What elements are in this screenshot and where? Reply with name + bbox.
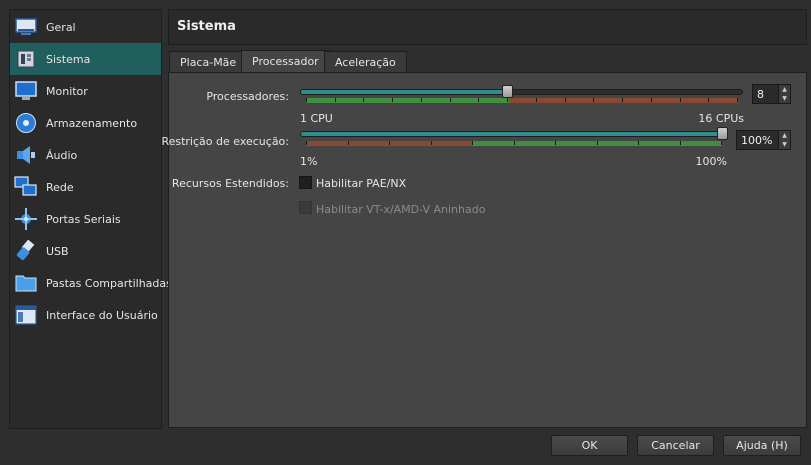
execution-cap-ticks — [306, 141, 722, 145]
ui-window-icon — [14, 303, 38, 327]
slider-tick — [449, 98, 451, 102]
cancel-button[interactable]: Cancelar — [637, 435, 714, 456]
sidebar-item-label: Portas Seriais — [46, 212, 121, 226]
execution-cap-spinbox[interactable]: 100% ▲ ▼ — [736, 130, 791, 150]
spin-up-icon[interactable]: ▲ — [779, 131, 790, 140]
slider-tick — [679, 141, 681, 145]
slider-tick — [650, 98, 652, 102]
sidebar-item-audio[interactable]: Áudio — [10, 139, 161, 171]
spin-down-icon[interactable]: ▼ — [779, 94, 790, 103]
network-icon — [14, 175, 38, 199]
slider-tick — [593, 98, 595, 102]
slider-tick — [306, 98, 307, 102]
slider-tick — [478, 98, 480, 102]
execution-cap-slider[interactable] — [300, 131, 728, 137]
processors-spinbox[interactable]: 8 ▲ ▼ — [752, 84, 791, 104]
serial-port-icon — [14, 207, 38, 231]
processors-ticks — [306, 98, 738, 102]
processors-max-label: 16 CPUs — [698, 112, 744, 125]
execution-cap-value: 100% — [741, 133, 773, 147]
sidebar-item-serial-ports[interactable]: Portas Seriais — [10, 203, 161, 235]
sidebar-item-label: Monitor — [46, 84, 88, 98]
processors-slider-handle[interactable] — [501, 85, 513, 98]
help-button[interactable]: Ajuda (H) — [723, 435, 801, 456]
slider-tick — [347, 141, 349, 145]
slider-tick — [679, 98, 681, 102]
processors-slider[interactable] — [300, 89, 743, 95]
processors-min-label: 1 CPU — [300, 112, 333, 125]
slider-tick — [472, 141, 473, 145]
slider-tick — [708, 98, 710, 102]
extended-features-label: Recursos Estendidos: — [171, 177, 289, 190]
tab-acceleration[interactable]: Aceleração — [324, 51, 407, 73]
pae-nx-checkbox[interactable] — [299, 176, 312, 189]
slider-tick — [596, 141, 598, 145]
execution-cap-min-label: 1% — [300, 155, 318, 168]
sidebar-item-label: Sistema — [46, 52, 91, 66]
execution-cap-max-label: 100% — [695, 155, 727, 168]
slider-tick — [507, 98, 509, 102]
slider-tick — [622, 98, 624, 102]
folder-icon — [14, 271, 38, 295]
slider-tick — [564, 98, 566, 102]
ok-button[interactable]: OK — [551, 435, 628, 456]
sidebar-item-system[interactable]: Sistema — [10, 43, 161, 75]
sidebar-item-label: Armazenamento — [46, 116, 138, 130]
sidebar-item-usb[interactable]: USB — [10, 235, 161, 267]
sidebar-item-label: Áudio — [46, 148, 78, 162]
disk-icon — [14, 111, 38, 135]
sidebar-item-label: Interface do Usuário — [46, 308, 158, 322]
sidebar-item-user-interface[interactable]: Interface do Usuário — [10, 299, 161, 331]
usb-icon — [14, 239, 38, 263]
slider-tick — [737, 98, 738, 102]
execution-cap-slider-fill — [301, 132, 723, 136]
pae-nx-label[interactable]: Habilitar PAE/NX — [316, 177, 406, 190]
tab-motherboard[interactable]: Placa-Mãe — [169, 51, 248, 73]
execution-cap-label: Restrição de execução: — [161, 135, 289, 148]
sidebar-item-network[interactable]: Rede — [10, 171, 161, 203]
nested-vtx-checkbox[interactable] — [299, 201, 312, 214]
processors-value: 8 — [757, 87, 764, 101]
sidebar-item-label: Geral — [46, 20, 76, 34]
tab-processor[interactable]: Processador — [241, 50, 330, 74]
spin-up-icon[interactable]: ▲ — [779, 85, 790, 94]
sidebar-item-general[interactable]: Geral — [10, 11, 161, 43]
slider-tick — [638, 141, 639, 145]
slider-tick — [535, 98, 537, 102]
sidebar-item-label: Pastas Compartilhadas — [46, 276, 172, 290]
slider-tick — [306, 141, 307, 145]
sidebar-item-display[interactable]: Monitor — [10, 75, 161, 107]
slider-tick — [363, 98, 365, 102]
processor-panel: Processadores: 8 ▲ ▼ 1 CPU 16 CPUs Restr… — [161, 72, 807, 428]
monitor-general-icon — [14, 15, 38, 39]
slider-tick — [721, 141, 722, 145]
slider-tick — [389, 141, 390, 145]
nested-vtx-label: Habilitar VT-x/AMD-V Aninhado — [316, 203, 486, 216]
speaker-icon — [14, 143, 38, 167]
processors-label: Processadores: — [206, 90, 289, 103]
sidebar-item-shared-folders[interactable]: Pastas Compartilhadas — [10, 267, 172, 299]
slider-tick — [555, 141, 556, 145]
page-title: Sistema — [177, 19, 236, 34]
slider-tick — [420, 98, 422, 102]
slider-tick — [513, 141, 515, 145]
slider-tick — [334, 98, 336, 102]
execution-cap-slider-handle[interactable] — [717, 127, 728, 140]
spin-down-icon[interactable]: ▼ — [779, 140, 790, 149]
slider-tick — [392, 98, 394, 102]
sidebar-item-storage[interactable]: Armazenamento — [10, 107, 161, 139]
sidebar-item-label: Rede — [46, 180, 74, 194]
display-icon — [14, 79, 38, 103]
settings-sidebar: Geral Sistema Monitor Armazenamento Áudi… — [9, 9, 172, 429]
page-header: Sistema — [168, 9, 807, 45]
sidebar-item-label: USB — [46, 244, 69, 258]
chip-icon — [14, 47, 38, 71]
processors-slider-fill — [301, 90, 508, 94]
slider-tick — [430, 141, 432, 145]
